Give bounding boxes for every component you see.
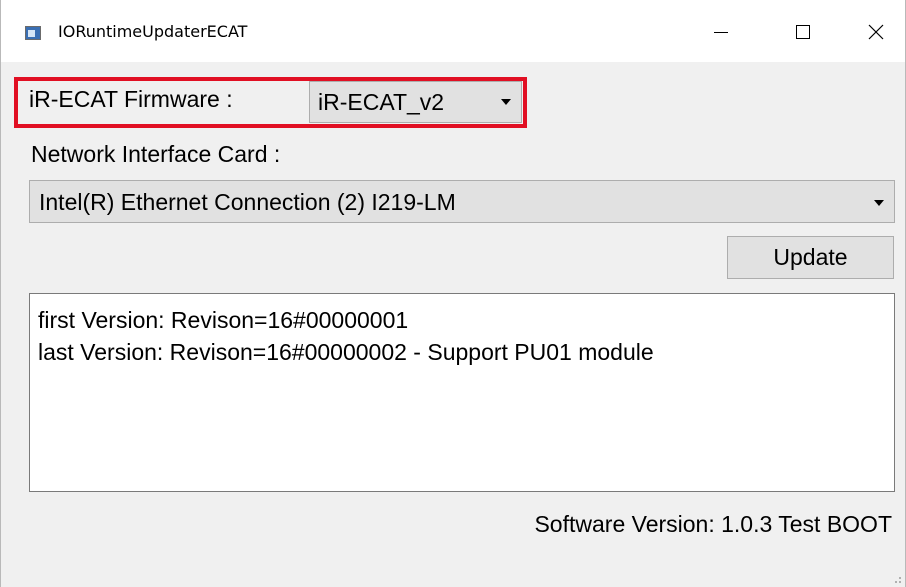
title-bar[interactable]: IORuntimeUpdaterECAT (1, 0, 905, 62)
minimize-icon (714, 32, 728, 33)
firmware-select[interactable]: iR-ECAT_v2 (309, 81, 522, 123)
resize-grip-icon[interactable] (891, 573, 901, 583)
nic-select-value: Intel(R) Ethernet Connection (2) I219-LM (39, 189, 456, 215)
software-version-label: Software Version: 1.0.3 Test BOOT (534, 511, 892, 537)
app-window: IORuntimeUpdaterECAT iR-ECAT Firmware : … (0, 0, 906, 587)
chevron-down-icon (874, 200, 884, 206)
log-line-first-version: first Version: Revison=16#00000001 (38, 307, 409, 333)
app-icon (25, 26, 41, 40)
version-log-textbox[interactable]: first Version: Revison=16#00000001 last … (29, 293, 895, 492)
update-button[interactable]: Update (727, 236, 894, 279)
firmware-label: iR-ECAT Firmware : (29, 86, 233, 112)
maximize-icon (796, 25, 810, 39)
minimize-button[interactable] (698, 10, 744, 54)
log-line-last-version: last Version: Revison=16#00000002 - Supp… (38, 339, 654, 365)
close-button[interactable] (853, 10, 899, 54)
nic-select[interactable]: Intel(R) Ethernet Connection (2) I219-LM (29, 180, 895, 223)
chevron-down-icon (501, 99, 511, 105)
firmware-select-value: iR-ECAT_v2 (318, 88, 445, 115)
close-icon (868, 24, 884, 40)
nic-label: Network Interface Card : (31, 141, 281, 167)
window-title: IORuntimeUpdaterECAT (58, 22, 248, 41)
maximize-button[interactable] (780, 10, 826, 54)
